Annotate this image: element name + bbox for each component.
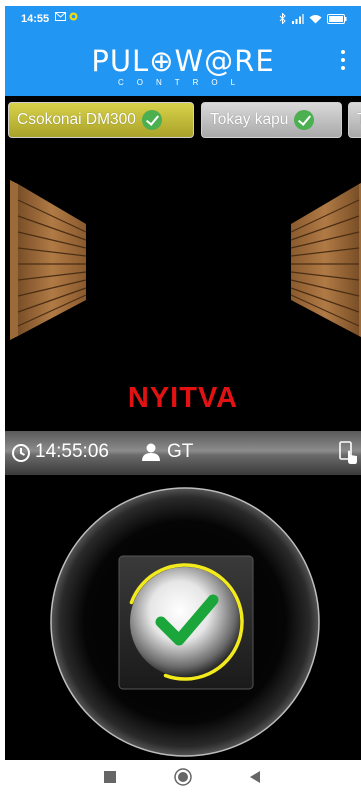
- right-gate-leaf-icon: [290, 180, 361, 340]
- more-vert-icon[interactable]: [337, 50, 349, 76]
- person-icon: [142, 443, 160, 461]
- control-dial: [50, 487, 320, 757]
- bluetooth-icon: [279, 13, 286, 24]
- status-time: 14:55: [21, 13, 50, 25]
- user-initials: GT: [167, 441, 194, 462]
- info-bar: 14:55:06 GT: [5, 431, 361, 475]
- tab-csokonai-dm300[interactable]: Csokonai DM300: [8, 102, 194, 138]
- gate-visual: NYITVA: [5, 144, 361, 424]
- recent-apps-icon[interactable]: [103, 770, 117, 784]
- logo-subtitle: CONTROL: [117, 78, 249, 87]
- confirm-button[interactable]: [125, 562, 245, 682]
- status-bar: 14:55: [5, 6, 361, 34]
- tab-tokay-kapu[interactable]: Tokay kapu: [201, 102, 342, 138]
- cell-signal-icon: [292, 14, 304, 24]
- system-nav-bar: [0, 760, 361, 794]
- tab-label: Csokonai DM300: [17, 111, 136, 128]
- home-icon[interactable]: [173, 767, 193, 787]
- check-circle-icon: [294, 110, 315, 130]
- last-action-time: 14:55:06: [35, 441, 109, 462]
- app-header: PUL⊕W@RE CONTROL: [5, 34, 361, 96]
- mail-icon: [55, 12, 66, 21]
- left-gate-leaf-icon: [10, 180, 87, 340]
- check-circle-icon: [141, 110, 162, 130]
- control-area: [5, 475, 361, 760]
- logo: PUL⊕W@RE: [91, 44, 275, 78]
- tab-label: Tokay kapu: [210, 111, 289, 128]
- back-icon[interactable]: [248, 770, 262, 784]
- battery-icon: [327, 13, 347, 24]
- notification-dot-icon: [69, 12, 78, 21]
- clock-icon: [12, 444, 30, 462]
- gate-status-text: NYITVA: [127, 382, 239, 414]
- wifi-icon: [309, 14, 322, 23]
- phone-touch-icon: [339, 441, 357, 464]
- tab-label: T: [357, 111, 361, 129]
- app-screen: 14:55 PUL⊕W@RE CONTROL Csokonai DM300 To…: [5, 6, 361, 760]
- gate-tabs: Csokonai DM300 Tokay kapu T: [5, 96, 361, 144]
- tab-partial[interactable]: T: [348, 102, 361, 138]
